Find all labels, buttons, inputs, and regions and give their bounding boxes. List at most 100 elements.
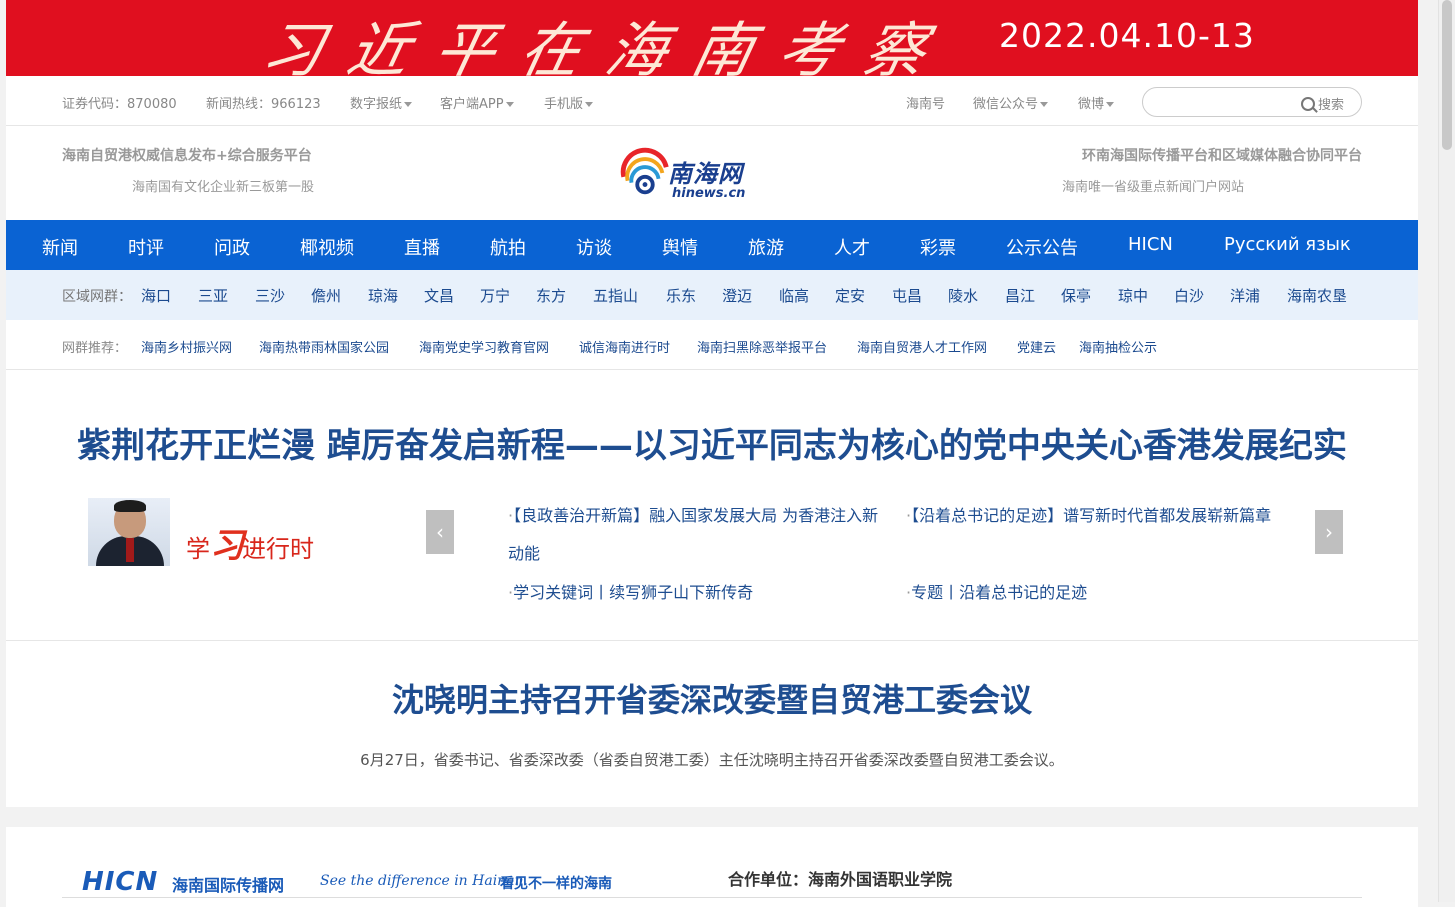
region-link[interactable]: 洋浦 [1230, 285, 1260, 306]
region-link[interactable]: 临高 [779, 285, 809, 306]
headline-link[interactable]: ·【良政善治开新篇】融入国家发展大局 为香港注入新动能 [508, 497, 880, 573]
study-time-banner[interactable]: 学习进行时 [88, 498, 338, 568]
wechat-menu[interactable]: 微信公众号 [973, 93, 1049, 112]
carousel-prev-button[interactable]: ‹ [426, 510, 454, 554]
recommended-link[interactable]: 海南热带雨林国家公园 [259, 337, 389, 356]
nav-item[interactable]: 椰视频 [300, 234, 354, 260]
region-link[interactable]: 保亭 [1061, 285, 1091, 306]
headline-link[interactable]: ·学习关键词丨续写狮子山下新传奇 [508, 574, 753, 612]
chevron-down-icon [404, 102, 413, 107]
site-logo[interactable]: 南海网 hinews.cn [616, 144, 766, 204]
banner-date: 2022.04.10-13 [999, 16, 1255, 55]
nav-item[interactable]: 公示公告 [1006, 234, 1078, 260]
nav-item[interactable]: 舆情 [662, 234, 698, 260]
region-link[interactable]: 乐东 [666, 285, 696, 306]
region-link[interactable]: 陵水 [948, 285, 978, 306]
headline-link[interactable]: ·专题丨沿着总书记的足迹 [906, 574, 1087, 612]
main-nav: 新闻 时评 问政 椰视频 直播 航拍 访谈 舆情 旅游 人才 彩票 公示公告 H… [6, 220, 1418, 270]
region-network-row: 区域网群： 海口 三亚 三沙 儋州 琼海 文昌 万宁 东方 五指山 乐东 澄迈 … [6, 270, 1418, 320]
recommended-sites-row: 网群推荐： 海南乡村振兴网 海南热带雨林国家公园 海南党史学习教育官网 诚信海南… [6, 320, 1418, 370]
leader-photo [88, 498, 170, 566]
stock-code: 证券代码：870080 [62, 97, 177, 112]
page-scrollbar[interactable] [1438, 0, 1455, 902]
region-link[interactable]: 澄迈 [722, 285, 752, 306]
client-app-label: 客户端APP [440, 97, 504, 112]
header-left-subslogan: 海南国有文化企业新三板第一股 [132, 180, 315, 195]
headline-title[interactable]: 紫荆花开正烂漫 踔厉奋发启新程——以习近平同志为核心的党中央关心香港发展纪实 [6, 418, 1418, 467]
hicn-section: HICN 海南国际传播网 See the difference in Haina… [6, 827, 1418, 907]
region-link[interactable]: 琼中 [1118, 285, 1148, 306]
region-link[interactable]: 海南农垦 [1287, 285, 1347, 306]
region-link[interactable]: 三沙 [255, 285, 285, 306]
chevron-down-icon [505, 102, 514, 107]
nav-item[interactable]: 时评 [128, 234, 164, 260]
digital-paper-menu[interactable]: 数字报纸 [350, 93, 413, 112]
page: 习近平在海南考察 2022.04.10-13 证券代码：870080 新闻热线：… [6, 0, 1418, 907]
search-input[interactable] [1155, 93, 1295, 111]
search-button[interactable]: 搜索 [1301, 94, 1344, 113]
study-time-label: 学习进行时 [186, 526, 314, 566]
region-link[interactable]: 文昌 [424, 285, 454, 306]
header-right-slogan: 环南海国际传播平台和区域媒体融合协同平台 [1082, 148, 1362, 164]
region-link[interactable]: 定安 [835, 285, 865, 306]
recommended-link[interactable]: 海南乡村振兴网 [141, 337, 232, 356]
scrollbar-thumb[interactable] [1442, 0, 1452, 150]
headline-section: 紫荆花开正烂漫 踔厉奋发启新程——以习近平同志为核心的党中央关心香港发展纪实 学… [6, 370, 1418, 641]
region-link[interactable]: 三亚 [198, 285, 228, 306]
top-bar: 证券代码：870080 新闻热线：966123 数字报纸 客户端APP 手机版 … [6, 76, 1418, 126]
recommended-link[interactable]: 党建云 [1017, 337, 1056, 356]
logo-domain: hinews.cn [672, 186, 746, 201]
logo-text: 南海网 [668, 160, 743, 188]
search-label: 搜索 [1318, 98, 1345, 113]
nav-item[interactable]: 直播 [404, 234, 440, 260]
nav-item[interactable]: 航拍 [490, 234, 526, 260]
weibo-menu[interactable]: 微博 [1078, 93, 1115, 112]
chevron-down-icon [585, 102, 594, 107]
header-right-subslogan: 海南唯一省级重点新闻门户网站 [1062, 180, 1245, 195]
search-icon [1301, 97, 1315, 111]
recommended-link[interactable]: 海南自贸港人才工作网 [857, 337, 987, 356]
nav-item[interactable]: 新闻 [42, 234, 78, 260]
hicn-logo[interactable]: HICN [82, 867, 158, 897]
chevron-right-icon: › [1325, 520, 1333, 544]
recommended-link[interactable]: 海南党史学习教育官网 [419, 337, 549, 356]
region-link[interactable]: 儋州 [311, 285, 341, 306]
hainan-hao-link[interactable]: 海南号 [906, 93, 945, 112]
region-link[interactable]: 昌江 [1005, 285, 1035, 306]
nav-item[interactable]: HICN [1128, 234, 1173, 255]
wechat-label: 微信公众号 [973, 97, 1039, 112]
mobile-menu[interactable]: 手机版 [544, 93, 594, 112]
region-link[interactable]: 白沙 [1174, 285, 1204, 306]
region-link[interactable]: 海口 [141, 285, 171, 306]
recommended-link[interactable]: 海南扫黑除恶举报平台 [697, 337, 827, 356]
region-link[interactable]: 万宁 [480, 285, 510, 306]
chevron-down-icon [1106, 102, 1115, 107]
client-app-menu[interactable]: 客户端APP [440, 93, 514, 112]
recommended-link[interactable]: 诚信海南进行时 [579, 337, 670, 356]
nav-item[interactable]: 彩票 [920, 234, 956, 260]
carousel-next-button[interactable]: › [1315, 510, 1343, 554]
region-link[interactable]: 屯昌 [892, 285, 922, 306]
logo-swirl-icon [620, 147, 669, 195]
weibo-label: 微博 [1078, 97, 1105, 112]
region-link[interactable]: 琼海 [368, 285, 398, 306]
region-link[interactable]: 五指山 [593, 285, 638, 306]
recommended-label: 网群推荐： [62, 341, 128, 356]
site-header: 海南自贸港权威信息发布+综合服务平台 海南国有文化企业新三板第一股 南海网 hi… [6, 126, 1418, 220]
recommended-link[interactable]: 海南抽检公示 [1079, 337, 1157, 356]
chevron-left-icon: ‹ [436, 520, 444, 544]
secondary-headline-summary: 6月27日，省委书记、省委深改委（省委自贸港工委）主任沈晓明主持召开省委深改委暨… [360, 751, 1064, 769]
headline-link[interactable]: ·【沿着总书记的足迹】谱写新时代首都发展崭新篇章 [906, 497, 1296, 535]
nav-item[interactable]: 问政 [214, 234, 250, 260]
nav-item[interactable]: Русский язык [1224, 234, 1351, 255]
nav-item[interactable]: 人才 [834, 234, 870, 260]
region-label: 区域网群： [62, 289, 132, 305]
hicn-name: 海南国际传播网 [172, 876, 285, 895]
hicn-partner: 合作单位：海南外国语职业学院 [728, 870, 953, 889]
nav-item[interactable]: 访谈 [576, 234, 612, 260]
nav-item[interactable]: 旅游 [748, 234, 784, 260]
region-link[interactable]: 东方 [536, 285, 566, 306]
hicn-slogan-en: See the difference in Hainan. [320, 873, 529, 889]
secondary-headline-title[interactable]: 沈晓明主持召开省委深改委暨自贸港工委会议 [6, 675, 1418, 721]
top-banner[interactable]: 习近平在海南考察 2022.04.10-13 [6, 0, 1418, 76]
